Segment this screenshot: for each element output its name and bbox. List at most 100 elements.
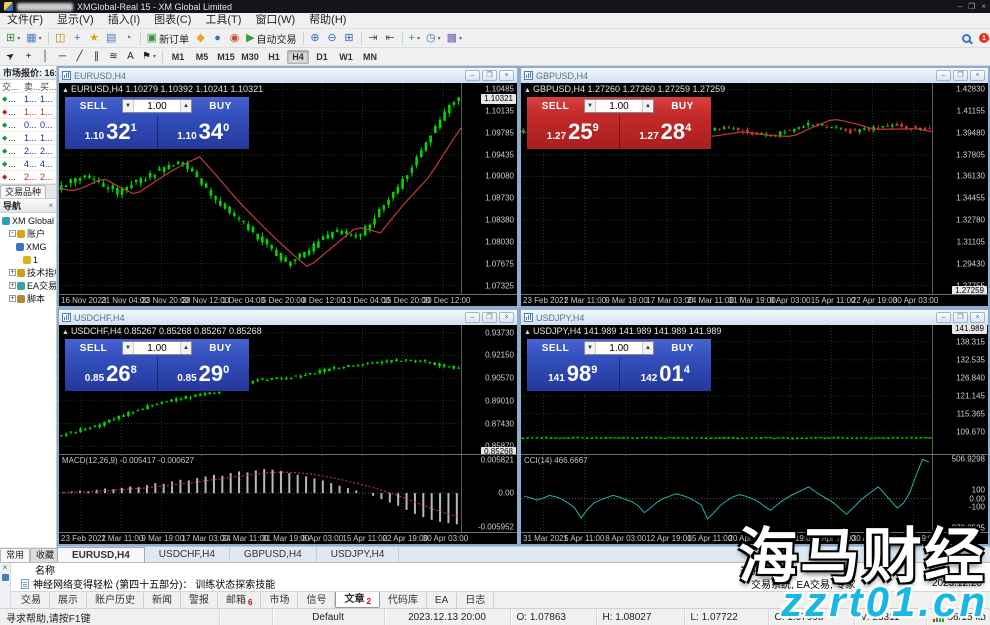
chart-tab-USDJPY[interactable]: USDJPY,H4 — [317, 547, 400, 562]
navigator-item-XM Global[interactable]: XM Global — [0, 214, 56, 227]
market-watch-row[interactable]: ◆...1...1... — [0, 106, 56, 119]
close-button[interactable]: × — [970, 70, 985, 81]
sell-price[interactable]: 1.27259 — [527, 115, 620, 149]
chart-shift-button[interactable]: ⇤ — [382, 30, 399, 46]
market-watch-row[interactable]: ◆...1...1... — [0, 132, 56, 145]
terminal-tab-代码库[interactable]: 代码库 — [380, 593, 427, 608]
market-watch-row[interactable]: ◆...0...0... — [0, 119, 56, 132]
zoom-out-button[interactable]: ⊖ — [324, 30, 341, 46]
chart-window-USDCHF[interactable]: USDCHF,H4‒❐×0.937300.921500.905700.89010… — [57, 308, 519, 546]
chart-tab-GBPUSD[interactable]: GBPUSD,H4 — [230, 547, 317, 562]
sell-price[interactable]: 141989 — [527, 357, 620, 391]
auto-scroll-button[interactable]: ⇥ — [365, 30, 382, 46]
navigator-item-账户[interactable]: -账户 — [0, 227, 56, 240]
terminal-tab-账户历史[interactable]: 账户历史 — [87, 593, 144, 608]
status-profile[interactable]: Default — [273, 609, 385, 625]
volume-value[interactable]: 1.00 — [596, 343, 642, 354]
sell-price[interactable]: 1.10321 — [65, 115, 158, 149]
profiles-button[interactable]: ▦▾ — [23, 30, 44, 46]
market-watch-row[interactable]: ◆...2...2... — [0, 145, 56, 158]
cursor-tool[interactable]: ➤ — [3, 49, 20, 65]
sell-button[interactable]: SELL — [65, 97, 122, 115]
close-button[interactable]: × — [970, 312, 985, 323]
volume-down-icon[interactable]: ▼ — [585, 342, 596, 354]
buy-price[interactable]: 142014 — [620, 357, 712, 391]
article-title[interactable]: 神经网络变得轻松 (第四十五部分)： 训练状态探索技能 — [33, 576, 275, 591]
restore-button[interactable]: ❐ — [953, 312, 968, 323]
menu-item-3[interactable]: 图表(C) — [147, 13, 198, 28]
navigator-item-脚本[interactable]: +脚本 — [0, 292, 56, 305]
menu-item-2[interactable]: 插入(I) — [101, 13, 147, 28]
sell-price[interactable]: 0.85268 — [65, 357, 158, 391]
volume-input[interactable]: ▼1.00▲ — [122, 99, 192, 113]
navigator-button[interactable]: ★ — [86, 30, 103, 46]
buy-button[interactable]: BUY — [192, 97, 249, 115]
terminal-button[interactable]: ▤ — [103, 30, 120, 46]
restore-button[interactable]: ❐ — [482, 70, 497, 81]
chart-tab-USDCHF[interactable]: USDCHF,H4 — [145, 547, 230, 562]
chart-window-EURUSD[interactable]: EURUSD,H4‒❐×1.104851.101351.097851.09435… — [57, 66, 519, 308]
navigator-item-XMG[interactable]: XMG — [0, 240, 56, 253]
tile-windows-button[interactable]: ⊞ — [341, 30, 358, 46]
sell-button[interactable]: SELL — [527, 339, 584, 357]
menu-item-6[interactable]: 帮助(H) — [302, 13, 353, 28]
terminal-tab-市场[interactable]: 市场 — [261, 593, 298, 608]
market-watch-row[interactable]: ◆...1...1... — [0, 93, 56, 106]
sidebar-tab-收藏[interactable]: 收藏 — [30, 548, 60, 562]
channel-tool[interactable]: ∥ — [88, 49, 105, 65]
hline-tool[interactable]: ─ — [54, 49, 71, 65]
website-button[interactable]: ◉ — [226, 30, 243, 46]
crosshair-tool[interactable]: + — [20, 49, 37, 65]
chart-tab-EURUSD[interactable]: EURUSD,H4 — [57, 547, 145, 562]
volume-input[interactable]: ▼1.00▲ — [122, 341, 192, 355]
trendline-tool[interactable]: ╱ — [71, 49, 88, 65]
terminal-tab-交易[interactable]: 交易 — [13, 593, 50, 608]
terminal-tab-邮箱[interactable]: 邮箱6 — [218, 593, 261, 608]
minimize-button[interactable]: ‒ — [936, 312, 951, 323]
volume-value[interactable]: 1.00 — [134, 101, 180, 112]
sell-button[interactable]: SELL — [527, 97, 584, 115]
chart-title-bar[interactable]: GBPUSD,H4‒❐× — [521, 68, 988, 83]
menu-item-5[interactable]: 窗口(W) — [248, 13, 302, 28]
indicator-subwindow-cci[interactable]: 506.92981000.00-100-378.8595CCI(14) 466.… — [521, 454, 988, 532]
volume-down-icon[interactable]: ▼ — [123, 100, 134, 112]
navigator-close-icon[interactable]: × — [48, 201, 53, 210]
terminal-tab-警报[interactable]: 警报 — [181, 593, 218, 608]
metaeditor-button[interactable]: ◆ — [192, 30, 209, 46]
chart-title-bar[interactable]: USDCHF,H4‒❐× — [59, 310, 517, 325]
menu-item-1[interactable]: 显示(V) — [50, 13, 101, 28]
templates-button[interactable]: ▩▾ — [444, 30, 465, 46]
minimize-button[interactable]: ‒ — [465, 312, 480, 323]
search-button[interactable] — [958, 30, 975, 46]
timeframe-h4[interactable]: H4 — [287, 50, 309, 64]
arrows-tool[interactable]: ⚑▾ — [139, 49, 159, 65]
buy-price[interactable]: 1.27284 — [620, 115, 712, 149]
restore-button[interactable]: ❐ — [482, 312, 497, 323]
tab-symbols[interactable]: 交易品种 — [0, 185, 46, 198]
navigator-item-技术指标[interactable]: +技术指标 — [0, 266, 56, 279]
volume-value[interactable]: 1.00 — [596, 101, 642, 112]
timeframe-m1[interactable]: M1 — [167, 50, 189, 64]
collapse-icon[interactable]: - — [9, 230, 16, 237]
menu-item-4[interactable]: 工具(T) — [198, 13, 248, 28]
volume-down-icon[interactable]: ▼ — [585, 100, 596, 112]
chart-title-bar[interactable]: EURUSD,H4‒❐× — [59, 68, 517, 83]
text-tool[interactable]: A — [122, 49, 139, 65]
timeframe-m5[interactable]: M5 — [191, 50, 213, 64]
fibonacci-tool[interactable]: ≋ — [105, 49, 122, 65]
volume-up-icon[interactable]: ▲ — [642, 342, 653, 354]
volume-up-icon[interactable]: ▲ — [180, 100, 191, 112]
indicator-subwindow-macd[interactable]: 0.0058210.00-0.005952MACD(12,26,9) -0.00… — [59, 454, 517, 532]
terminal-tab-日志[interactable]: 日志 — [457, 593, 494, 608]
buy-button[interactable]: BUY — [654, 339, 711, 357]
maximize-icon[interactable]: ❐ — [968, 2, 975, 11]
close-button[interactable]: × — [499, 70, 514, 81]
zoom-in-button[interactable]: ⊕ — [307, 30, 324, 46]
terminal-tab-展示[interactable]: 展示 — [50, 593, 87, 608]
sell-button[interactable]: SELL — [65, 339, 122, 357]
volume-down-icon[interactable]: ▼ — [123, 342, 134, 354]
timeframe-d1[interactable]: D1 — [311, 50, 333, 64]
buy-price[interactable]: 0.85290 — [158, 357, 250, 391]
buy-button[interactable]: BUY — [192, 339, 249, 357]
navigator-item-1[interactable]: 1 — [0, 253, 56, 266]
